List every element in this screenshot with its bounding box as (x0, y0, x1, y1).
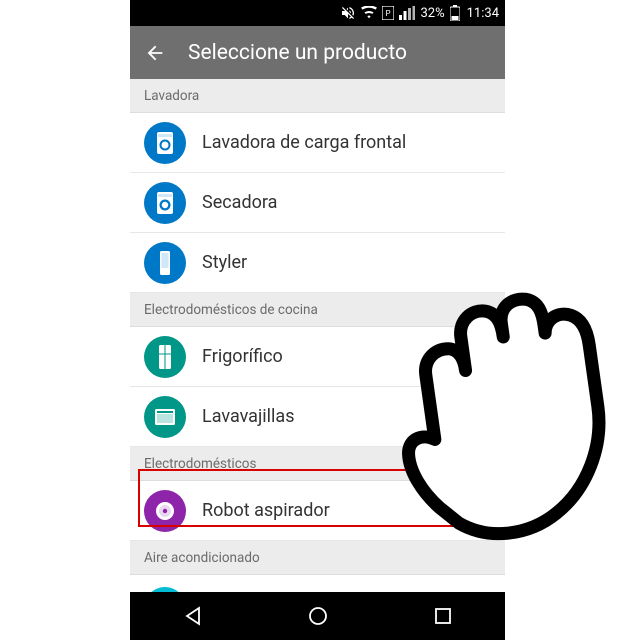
section-header-cocina: Electrodomésticos de cocina (130, 293, 505, 327)
section-header-aire: Aire acondicionado (130, 541, 505, 575)
android-nav-bar (130, 592, 505, 640)
signal-icon (399, 6, 415, 20)
back-icon[interactable] (144, 42, 166, 64)
list-item-robot[interactable]: Robot aspirador (130, 481, 505, 541)
styler-icon (144, 242, 186, 284)
clock-text: 11:34 (467, 6, 499, 21)
list-item-label: Frigorífico (202, 346, 283, 367)
list-item-label: Lavavajillas (202, 406, 295, 427)
robot-vacuum-icon (144, 490, 186, 532)
dishwasher-icon (144, 396, 186, 438)
washer-icon (144, 122, 186, 164)
nav-home-icon[interactable] (306, 604, 330, 628)
fridge-icon (144, 336, 186, 378)
battery-icon (450, 5, 460, 21)
list-item-label: Robot aspirador (202, 500, 330, 521)
app-bar: Seleccione un producto (130, 26, 505, 79)
section-header-electrodomesticos: Electrodomésticos (130, 447, 505, 481)
svg-text:P: P (386, 9, 391, 18)
list-item-label: Lavadora de carga frontal (202, 132, 406, 153)
nav-recent-icon[interactable] (432, 605, 454, 627)
battery-text: 32% (420, 6, 444, 21)
nav-back-icon[interactable] (181, 604, 205, 628)
dryer-icon (144, 182, 186, 224)
section-header-lavadora: Lavadora (130, 79, 505, 113)
mute-icon (340, 5, 356, 21)
list-item-washer[interactable]: Lavadora de carga frontal (130, 113, 505, 173)
list-item-fridge[interactable]: Frigorífico (130, 327, 505, 387)
list-item-styler[interactable]: Styler (130, 233, 505, 293)
list-item-label: Styler (202, 252, 247, 273)
list-item-dishwasher[interactable]: Lavavajillas (130, 387, 505, 447)
phone-frame: P 32% 11:34 Seleccione un producto Lavad… (130, 0, 505, 640)
list-item-label: Secadora (202, 192, 277, 213)
status-bar: P 32% 11:34 (130, 0, 505, 26)
data-icon: P (382, 6, 394, 20)
wifi-icon (361, 6, 377, 20)
list-item-dryer[interactable]: Secadora (130, 173, 505, 233)
product-list: Lavadora Lavadora de carga frontal Secad… (130, 79, 505, 635)
app-bar-title: Seleccione un producto (188, 41, 407, 65)
